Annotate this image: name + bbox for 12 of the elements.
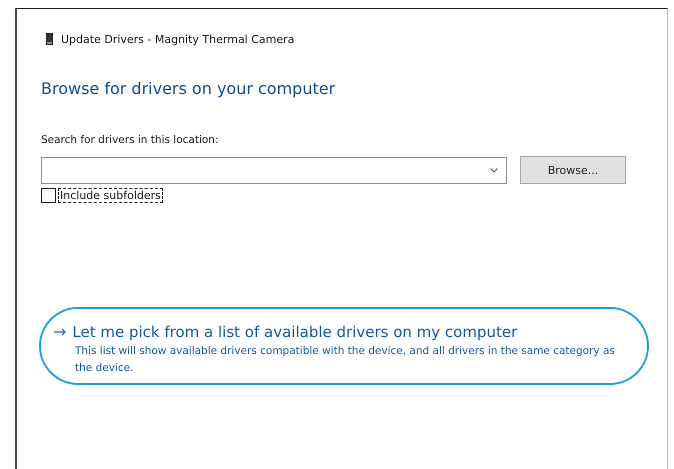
device-icon xyxy=(46,33,53,45)
chevron-down-icon xyxy=(490,168,498,172)
checkbox[interactable] xyxy=(41,188,56,203)
checkbox-label[interactable]: Include subfolders xyxy=(58,188,163,203)
pick-driver-link[interactable]: Let me pick from a list of available drivers on my computer xyxy=(72,322,518,340)
window-title: Update Drivers - Magnity Thermal Camera xyxy=(61,32,294,46)
arrow-icon: → xyxy=(53,322,66,341)
page-heading: Browse for drivers on your computer xyxy=(41,79,336,98)
location-combo-field[interactable] xyxy=(41,156,507,184)
browse-button[interactable]: Browse... xyxy=(520,156,626,184)
field-label: Search for drivers in this location: xyxy=(41,134,220,146)
option-description: This list will show available drivers compatible with the device, and all drivers in the same category as the device. xyxy=(75,344,616,376)
